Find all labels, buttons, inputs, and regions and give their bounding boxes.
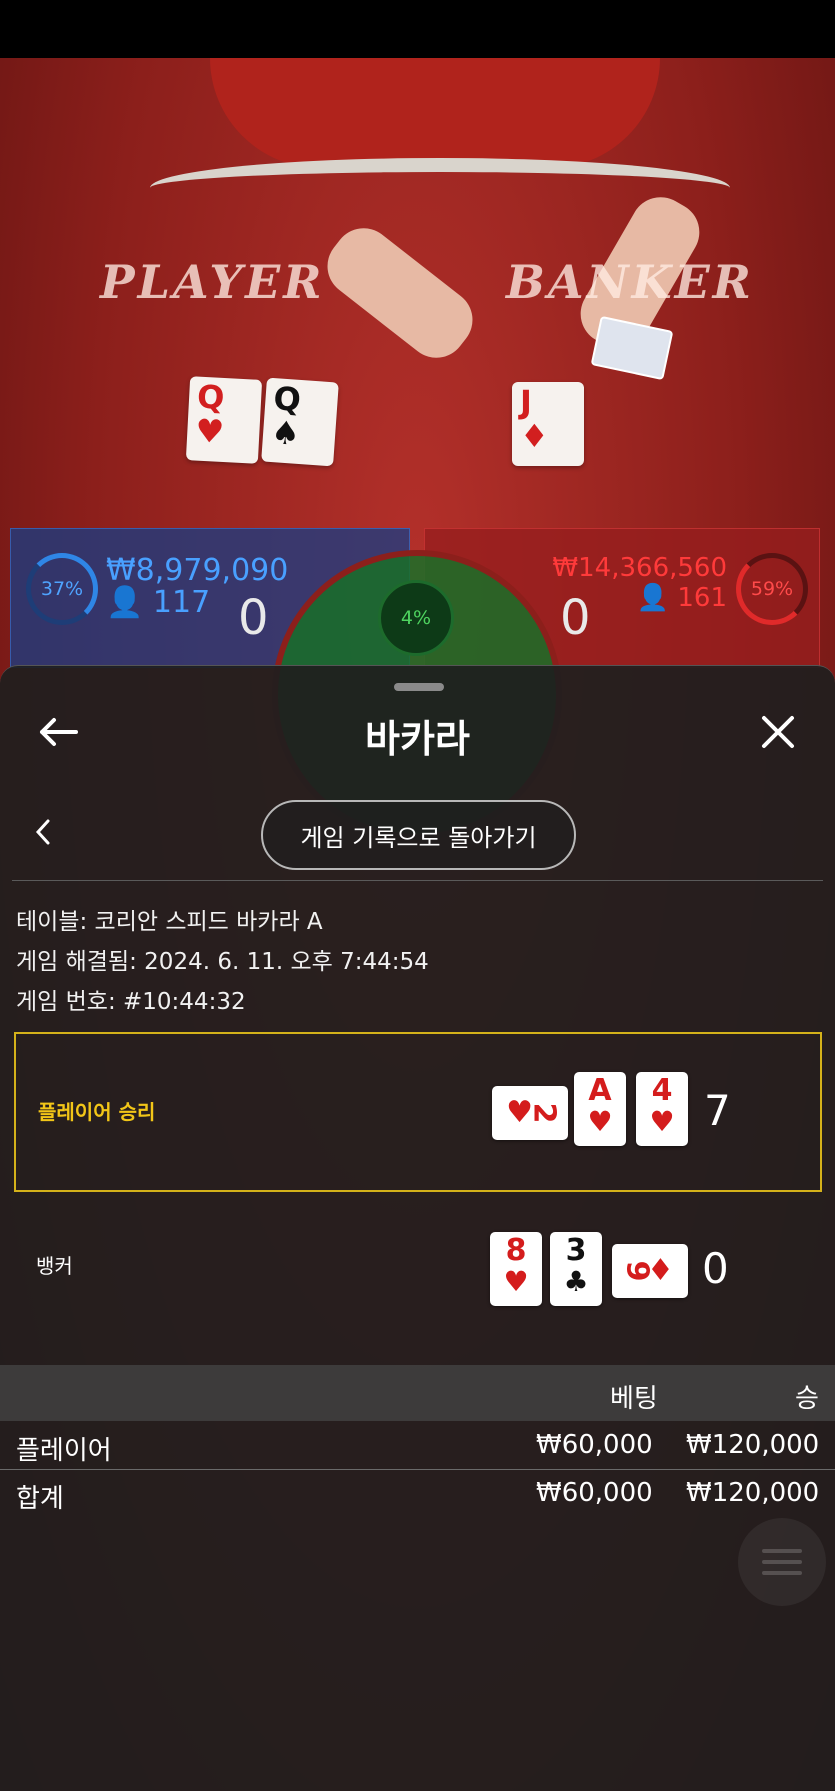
banker-bet-total: ₩14,366,560 xyxy=(552,553,727,583)
dealer-hand-left xyxy=(315,216,485,370)
user-icon: 👤 xyxy=(106,585,144,620)
user-icon: 👤 xyxy=(636,583,670,613)
bet-row-win: ₩120,000 xyxy=(686,1430,820,1460)
banker-card-2: 3 ♣ xyxy=(550,1232,602,1306)
player-card-1: ♥ 2 xyxy=(492,1086,568,1140)
player-hand-label: 플레이어 승리 xyxy=(38,1100,156,1124)
previous-button[interactable] xyxy=(28,815,58,849)
table-name: 테이블: 코리안 스피드 바카라 A xyxy=(16,909,323,935)
banker-card-3: 9 ♦ xyxy=(612,1244,688,1298)
close-button[interactable] xyxy=(754,708,802,756)
sheet-title: 바카라 xyxy=(365,717,470,761)
player-hand-score: 7 xyxy=(704,1086,731,1135)
player-score: 0 xyxy=(238,590,269,646)
banker-score: 0 xyxy=(560,590,591,646)
bet-row-bet: ₩60,000 xyxy=(536,1430,653,1460)
banker-hand-score: 0 xyxy=(702,1244,729,1293)
sheet-drag-handle[interactable] xyxy=(394,683,444,691)
close-icon xyxy=(762,716,794,748)
banker-hand-label: 뱅커 xyxy=(36,1254,73,1278)
back-to-history-button[interactable]: 게임 기록으로 돌아가기 xyxy=(261,800,576,870)
status-bar xyxy=(0,0,835,58)
banker-card-1: 8 ♥ xyxy=(490,1232,542,1306)
bet-row-divider xyxy=(0,1469,835,1470)
banker-bettor-count: 👤 161 xyxy=(637,583,727,613)
bet-row-name: 플레이어 xyxy=(16,1436,112,1466)
game-number: 게임 번호: #10:44:32 xyxy=(16,989,246,1015)
divider xyxy=(12,880,823,881)
banker-count-value: 161 xyxy=(677,583,727,613)
menu-button[interactable] xyxy=(738,1518,826,1606)
banker-hand-row: 뱅커 8 ♥ 3 ♣ 9 ♦ 0 xyxy=(14,1192,822,1352)
total-row-win: ₩120,000 xyxy=(686,1478,820,1508)
table-player-card-1: Q ♥ xyxy=(185,376,263,464)
player-count-value: 117 xyxy=(152,585,211,620)
facedown-card xyxy=(590,315,674,381)
player-bettor-count: 👤 117 xyxy=(106,585,210,620)
player-percent-ring: 37% xyxy=(26,553,98,625)
total-row-bet: ₩60,000 xyxy=(536,1478,653,1508)
player-area-label: PLAYER xyxy=(100,255,325,309)
win-column-header: 승 xyxy=(795,1384,819,1414)
bet-column-header: 베팅 xyxy=(610,1384,658,1414)
player-hand-row: 플레이어 승리 ♥ 2 A ♥ 4 ♥ 7 xyxy=(14,1032,822,1192)
dealer xyxy=(210,58,660,168)
banker-percent-ring: 59% xyxy=(736,553,808,625)
resolved-time: 게임 해결됨: 2024. 6. 11. 오후 7:44:54 xyxy=(16,949,429,975)
tie-percent-ring: 4% xyxy=(378,580,454,656)
player-bet-total: ₩8,979,090 xyxy=(106,553,289,588)
player-card-2: A ♥ xyxy=(574,1072,626,1146)
chevron-left-icon xyxy=(35,819,50,845)
table-banker-card-1: J ♦ xyxy=(512,382,584,466)
player-card-3: 4 ♥ xyxy=(636,1072,688,1146)
total-row-name: 합계 xyxy=(16,1484,64,1514)
hamburger-menu-icon xyxy=(762,1549,802,1575)
bets-table-header xyxy=(0,1365,835,1421)
banker-area-label: BANKER xyxy=(506,255,754,309)
table-player-card-2: Q ♠ xyxy=(261,377,339,467)
